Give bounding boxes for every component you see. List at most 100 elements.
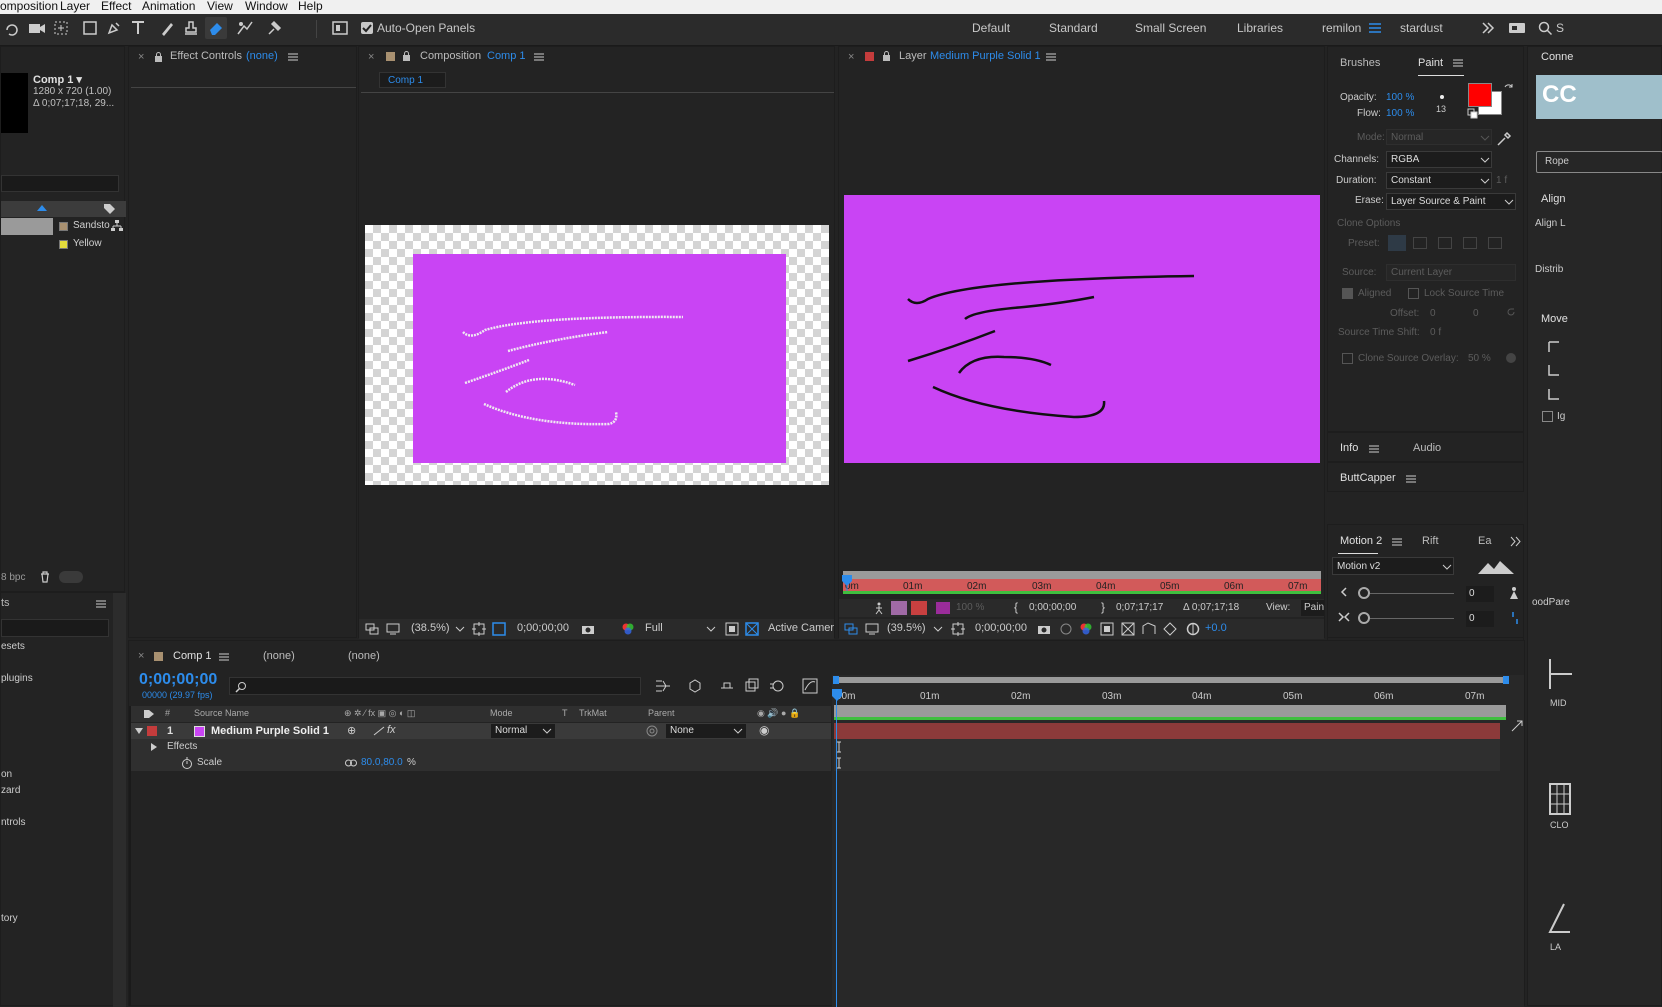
clone-preset-4-button[interactable]: [1463, 237, 1477, 249]
move-tab[interactable]: Move: [1541, 313, 1568, 325]
time-ruler[interactable]: 00m 01m 02m 03m 04m 05m 06m 07m: [832, 689, 1510, 705]
arrows-inward-icon[interactable]: [1338, 612, 1350, 622]
time-navigator[interactable]: [834, 677, 1506, 683]
default-colors-icon[interactable]: [1467, 108, 1478, 119]
effect-controls-tab-label[interactable]: Effect Controls: [170, 50, 242, 62]
monitor-icon[interactable]: [865, 623, 879, 635]
layer-canvas-solid[interactable]: [844, 195, 1320, 463]
fx-switch-icon[interactable]: fx: [387, 724, 396, 736]
expand-triangle-icon[interactable]: [135, 728, 143, 734]
reset-exposure-icon[interactable]: [1162, 622, 1178, 636]
channel-rgb-icon[interactable]: [1079, 622, 1093, 636]
close-icon[interactable]: ×: [138, 51, 144, 63]
layer-in-point[interactable]: 0;00;00;00: [1029, 602, 1076, 613]
color-swatch[interactable]: [936, 602, 950, 614]
effects-category[interactable]: on: [1, 769, 12, 780]
work-area-bar[interactable]: [834, 705, 1506, 717]
motion-version-select[interactable]: Motion v2: [1332, 557, 1454, 575]
link-icon[interactable]: [1510, 611, 1520, 625]
composition-tab-name[interactable]: Comp 1: [487, 50, 526, 62]
graph-editor-icon[interactable]: [802, 678, 818, 694]
clone-preset-5-button[interactable]: [1488, 237, 1502, 249]
workspace-default[interactable]: Default: [972, 21, 1010, 35]
clone-preset-1-button[interactable]: [1388, 235, 1406, 251]
effects-search-field[interactable]: [1, 619, 109, 637]
exposure-value[interactable]: +0.0: [1205, 622, 1227, 634]
menu-composition[interactable]: omposition: [0, 0, 58, 13]
lock-icon[interactable]: [154, 52, 163, 62]
clone-stamp-tool-icon[interactable]: [183, 20, 199, 36]
panel-menu-icon[interactable]: [96, 600, 106, 608]
draft-3d-icon[interactable]: [687, 678, 703, 694]
rotate-tool-icon[interactable]: [4, 20, 20, 36]
workspace-remilon[interactable]: remilon: [1322, 21, 1361, 35]
timeline-tab-comp[interactable]: Comp 1: [173, 650, 212, 662]
snapshot-camera-icon[interactable]: [1037, 623, 1051, 635]
effect-controls-target[interactable]: (none): [246, 50, 278, 62]
fast-previews-icon[interactable]: [725, 622, 739, 636]
camera-tool-icon[interactable]: [28, 20, 46, 36]
eraser-tool-active[interactable]: [205, 17, 227, 39]
current-time-indicator[interactable]: [836, 689, 837, 1007]
expand-triangle-icon[interactable]: [151, 743, 157, 751]
pen-tool-icon[interactable]: [106, 20, 122, 36]
layer-tab-name[interactable]: Medium Purple Solid 1: [930, 50, 1041, 62]
project-comp-name[interactable]: Comp 1 ▾: [33, 73, 82, 86]
auto-open-panels-checkbox[interactable]: [361, 22, 373, 34]
quality-switch-icon[interactable]: [373, 726, 385, 736]
col-source-name[interactable]: Source Name: [194, 708, 249, 718]
lock-source-time-checkbox[interactable]: [1408, 288, 1419, 299]
flowchart-icon[interactable]: [111, 220, 123, 232]
source-time-shift-value[interactable]: 0 f: [1430, 327, 1441, 338]
constrain-proportions-icon[interactable]: [345, 759, 357, 767]
effects-category[interactable]: plugins: [1, 673, 33, 684]
chevron-down-icon[interactable]: [706, 626, 716, 632]
shy-layers-icon[interactable]: [719, 678, 735, 694]
duration-select[interactable]: Constant: [1386, 172, 1492, 189]
menu-help[interactable]: Help: [298, 0, 323, 13]
region-of-interest-icon[interactable]: [951, 622, 965, 636]
bit-depth-label[interactable]: 8 bpc: [1, 572, 25, 583]
comp-button-icon[interactable]: [1510, 719, 1524, 733]
align-tab[interactable]: Align: [1541, 193, 1565, 205]
label-tag-icon[interactable]: [143, 709, 155, 719]
ignore-checkbox[interactable]: [1542, 411, 1553, 422]
buttcapper-title[interactable]: ButtCapper: [1340, 472, 1396, 484]
layer-duration-bar[interactable]: [834, 723, 1500, 739]
layer-out-point[interactable]: 0;07;17;17: [1116, 602, 1163, 613]
effects-category[interactable]: tory: [1, 913, 18, 924]
layer-name[interactable]: Medium Purple Solid 1: [211, 725, 329, 737]
slider-value-field[interactable]: 0: [1466, 586, 1494, 602]
timeline-current-time[interactable]: 0;00;00;00: [139, 671, 217, 689]
layer-mode-select[interactable]: Normal: [491, 724, 555, 738]
tab-ease[interactable]: Ea: [1478, 535, 1491, 547]
comp-current-time[interactable]: 0;00;00;00: [517, 622, 569, 634]
type-tool-icon[interactable]: [130, 19, 146, 37]
clone-source-select[interactable]: Current Layer: [1386, 264, 1516, 281]
always-preview-icon[interactable]: [844, 623, 858, 635]
menu-view[interactable]: View: [207, 0, 233, 13]
project-row-selected[interactable]: [1, 218, 53, 235]
cti-head-icon[interactable]: [832, 689, 842, 701]
search-icon[interactable]: [1538, 21, 1553, 36]
lock-icon[interactable]: [402, 51, 411, 61]
chevron-down-icon[interactable]: [933, 626, 943, 632]
panel-toggle-icon[interactable]: [332, 21, 348, 35]
lock-icon[interactable]: [882, 51, 891, 61]
shy-switch-icon[interactable]: ⊕: [347, 724, 356, 737]
stroke-figure-icon[interactable]: [873, 602, 885, 615]
workspace-menu-icon[interactable]: [1369, 23, 1381, 33]
timeline-search-input[interactable]: [229, 677, 641, 695]
view-select[interactable]: Pain: [1301, 600, 1324, 616]
project-search-field[interactable]: [1, 175, 119, 192]
workspace-libraries[interactable]: Libraries: [1237, 21, 1283, 35]
reset-offset-icon[interactable]: [1506, 307, 1516, 317]
effects-scrollbar[interactable]: [113, 593, 126, 1007]
comp-layer-solid[interactable]: [413, 254, 786, 463]
eyedropper-icon[interactable]: [1496, 131, 1512, 147]
close-icon[interactable]: ×: [368, 51, 374, 63]
active-camera-select[interactable]: Active Camera: [768, 622, 834, 634]
workspace-stardust[interactable]: stardust: [1400, 21, 1443, 35]
label-tag-icon[interactable]: [103, 203, 115, 215]
brush-tool-icon[interactable]: [159, 20, 175, 36]
